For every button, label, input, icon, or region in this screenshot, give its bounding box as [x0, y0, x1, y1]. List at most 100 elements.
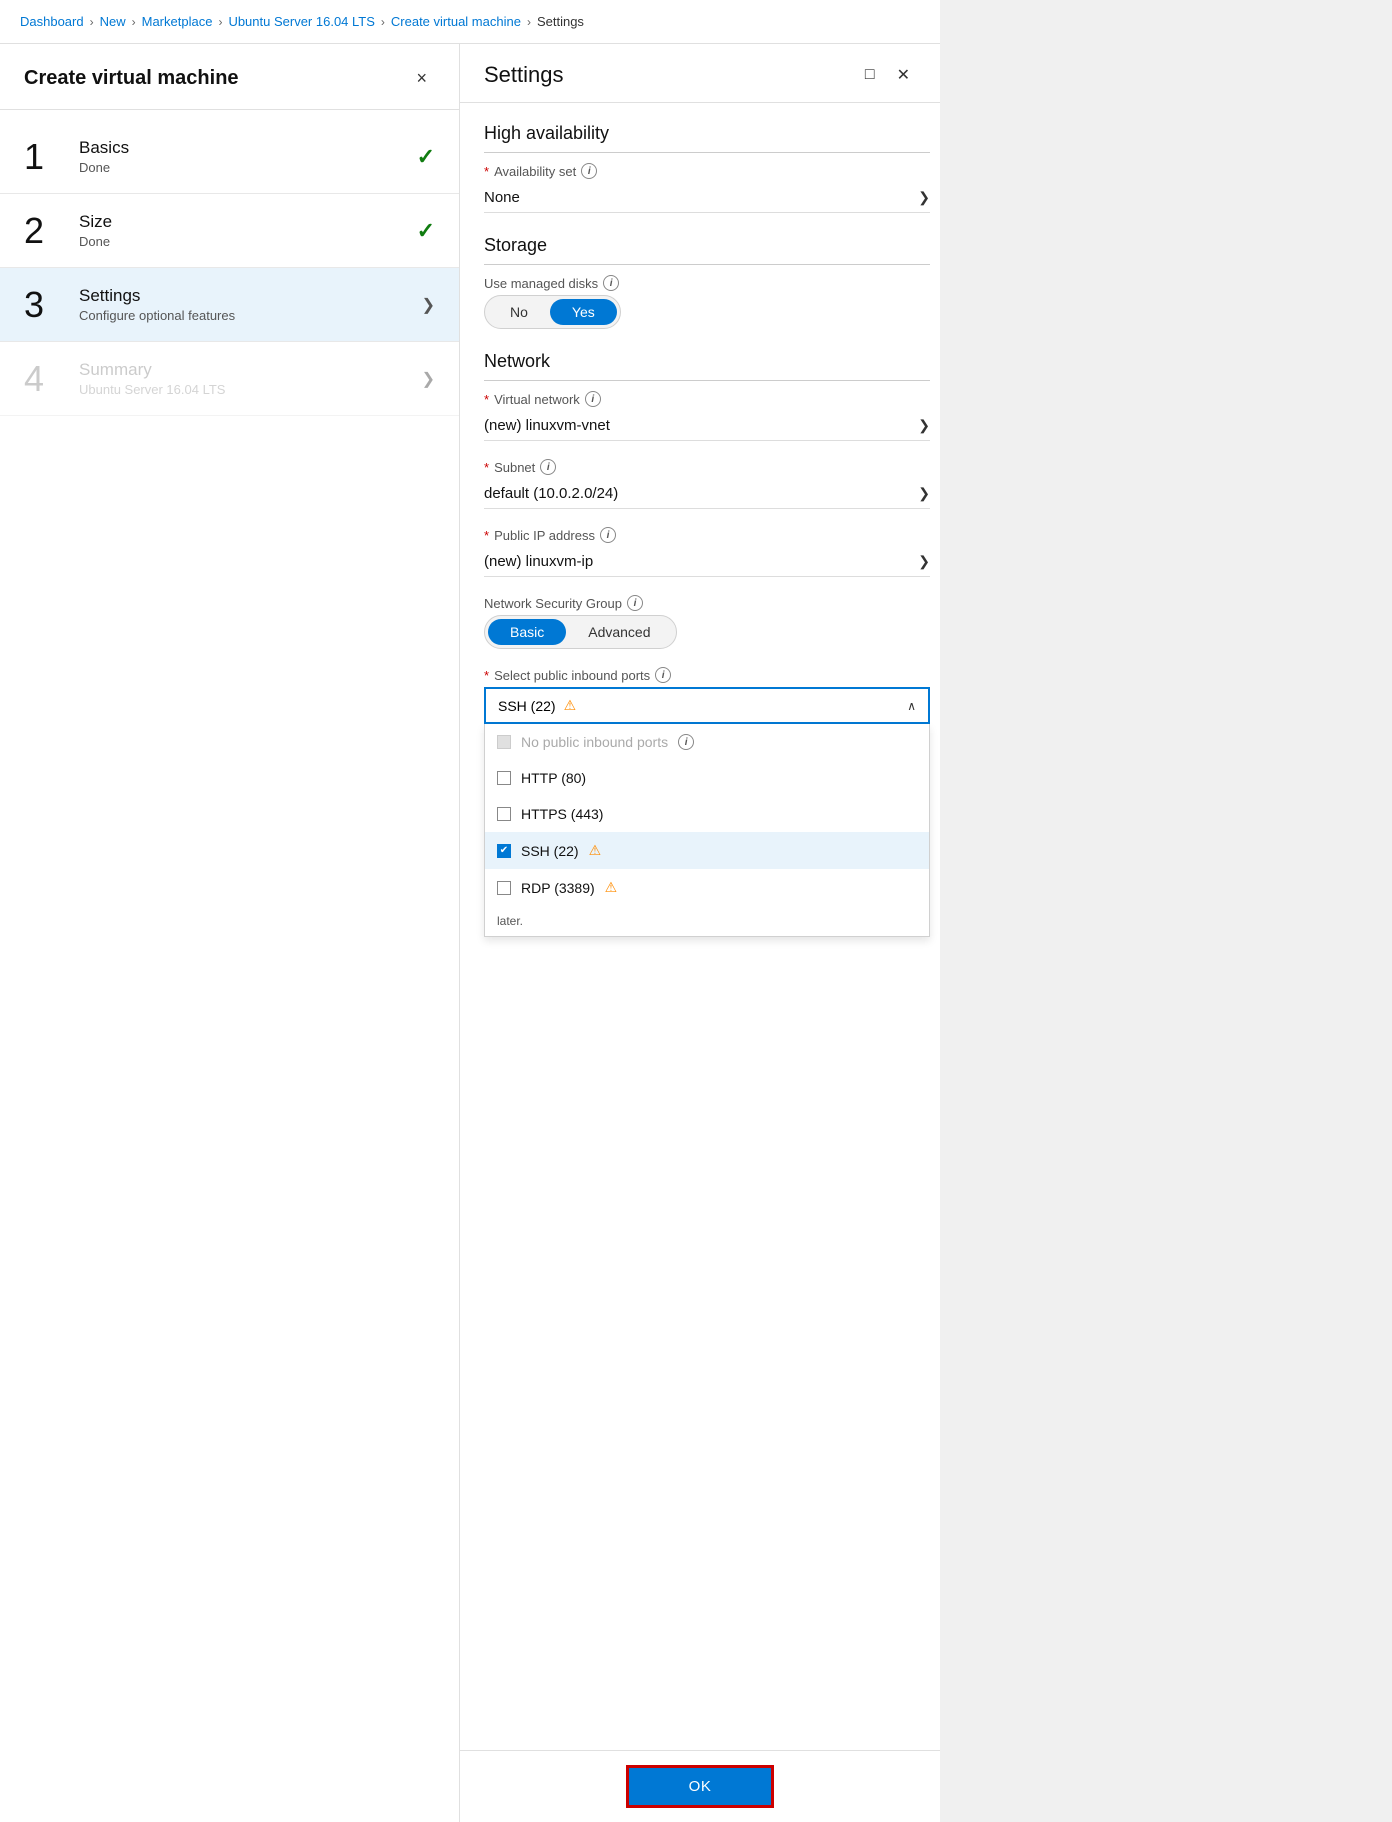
virtual-network-value: (new) linuxvm-vnet: [484, 417, 610, 434]
availability-set-field: * Availability set i None ❯: [484, 163, 930, 213]
inbound-ports-selected-label: SSH (22): [498, 698, 556, 714]
step-4-name: Summary: [79, 360, 414, 380]
managed-disks-field: Use managed disks i No Yes: [484, 275, 930, 329]
left-panel-title: Create virtual machine: [24, 67, 239, 90]
inbound-ports-dropdown[interactable]: SSH (22) ⚠ ∧ No public inbound ports i: [484, 687, 930, 724]
availability-set-label-text: Availability set: [494, 164, 576, 179]
breadcrumb-marketplace[interactable]: Marketplace: [142, 14, 213, 29]
step-1-info: Basics Done: [79, 138, 417, 175]
step-2-desc: Done: [79, 234, 417, 249]
dropdown-item-ssh[interactable]: ✔ SSH (22) ⚠: [485, 832, 929, 869]
managed-disks-info-icon[interactable]: i: [603, 275, 619, 291]
left-panel-close-button[interactable]: ×: [408, 64, 435, 93]
managed-disks-label: Use managed disks i: [484, 275, 930, 291]
breadcrumb-new[interactable]: New: [100, 14, 126, 29]
step-2-checkmark-icon: ✓: [417, 218, 435, 244]
step-4-info: Summary Ubuntu Server 16.04 LTS: [79, 360, 414, 397]
step-1-name: Basics: [79, 138, 417, 158]
step-2-name: Size: [79, 212, 417, 232]
inbound-ports-label-text: Select public inbound ports: [494, 668, 650, 683]
public-ip-field: * Public IP address i (new) linuxvm-ip ❯: [484, 527, 930, 577]
availability-set-value-row[interactable]: None ❯: [484, 183, 930, 213]
step-2-size[interactable]: 2 Size Done ✓: [0, 194, 459, 268]
subnet-label: * Subnet i: [484, 459, 930, 475]
step-4-number: 4: [24, 361, 79, 397]
right-panel-close-button[interactable]: ✕: [891, 63, 916, 87]
dropdown-item-http[interactable]: HTTP (80): [485, 760, 929, 796]
nsg-toggle[interactable]: Basic Advanced: [484, 615, 677, 649]
right-panel-footer: OK: [460, 1750, 940, 1822]
high-availability-title: High availability: [484, 123, 930, 153]
nsg-info-icon[interactable]: i: [627, 595, 643, 611]
step-3-number: 3: [24, 287, 79, 323]
dropdown-checkbox-https: [497, 807, 511, 821]
virtual-network-required-star: *: [484, 392, 489, 407]
header-buttons: □ ✕: [859, 63, 916, 87]
ok-button[interactable]: OK: [626, 1765, 775, 1808]
virtual-network-value-row[interactable]: (new) linuxvm-vnet ❯: [484, 411, 930, 441]
inbound-ports-note: later.: [485, 906, 929, 936]
breadcrumb-sep-3: ›: [218, 15, 222, 29]
subnet-value: default (10.0.2.0/24): [484, 485, 618, 502]
step-3-desc: Configure optional features: [79, 308, 414, 323]
right-panel-title: Settings: [484, 62, 564, 88]
breadcrumb: Dashboard › New › Marketplace › Ubuntu S…: [0, 0, 940, 44]
availability-set-info-icon[interactable]: i: [581, 163, 597, 179]
breadcrumb-sep-4: ›: [381, 15, 385, 29]
inbound-ports-selected[interactable]: SSH (22) ⚠ ∧: [484, 687, 930, 724]
dropdown-item-rdp-label: RDP (3389): [521, 880, 595, 896]
dropdown-item-no-ports-label: No public inbound ports: [521, 734, 668, 750]
public-ip-value: (new) linuxvm-ip: [484, 553, 593, 570]
availability-set-required-star: *: [484, 164, 489, 179]
step-1-desc: Done: [79, 160, 417, 175]
managed-disks-yes-button[interactable]: Yes: [550, 299, 617, 325]
virtual-network-chevron-icon: ❯: [918, 417, 930, 434]
public-ip-label: * Public IP address i: [484, 527, 930, 543]
step-4-chevron-right-icon: ❯: [422, 369, 435, 389]
breadcrumb-sep-5: ›: [527, 15, 531, 29]
nsg-label: Network Security Group i: [484, 595, 930, 611]
subnet-required-star: *: [484, 460, 489, 475]
nsg-field: Network Security Group i Basic Advanced: [484, 595, 930, 649]
dropdown-rdp-warning-icon: ⚠: [605, 879, 618, 896]
dropdown-item-https[interactable]: HTTPS (443): [485, 796, 929, 832]
left-panel: Create virtual machine × 1 Basics Done ✓…: [0, 44, 460, 1822]
nsg-advanced-button[interactable]: Advanced: [566, 619, 672, 645]
breadcrumb-current: Settings: [537, 14, 584, 29]
step-4-desc: Ubuntu Server 16.04 LTS: [79, 382, 414, 397]
public-ip-info-icon[interactable]: i: [600, 527, 616, 543]
managed-disks-no-button[interactable]: No: [488, 299, 550, 325]
nsg-label-text: Network Security Group: [484, 596, 622, 611]
maximize-button[interactable]: □: [859, 64, 881, 86]
dropdown-item-https-label: HTTPS (443): [521, 806, 603, 822]
dropdown-item-rdp[interactable]: RDP (3389) ⚠: [485, 869, 929, 906]
inbound-ports-required-star: *: [484, 668, 489, 683]
subnet-label-text: Subnet: [494, 460, 535, 475]
breadcrumb-create-vm[interactable]: Create virtual machine: [391, 14, 521, 29]
step-3-chevron-right-icon: ❯: [422, 295, 435, 315]
inbound-ports-info-icon[interactable]: i: [655, 667, 671, 683]
step-1-checkmark-icon: ✓: [417, 144, 435, 170]
high-availability-section: High availability * Availability set i N…: [484, 123, 930, 213]
nsg-basic-button[interactable]: Basic: [488, 619, 566, 645]
public-ip-value-row[interactable]: (new) linuxvm-ip ❯: [484, 547, 930, 577]
breadcrumb-dashboard[interactable]: Dashboard: [20, 14, 84, 29]
subnet-field: * Subnet i default (10.0.2.0/24) ❯: [484, 459, 930, 509]
managed-disks-toggle[interactable]: No Yes: [484, 295, 621, 329]
step-2-number: 2: [24, 213, 79, 249]
availability-set-chevron-icon: ❯: [918, 189, 930, 206]
availability-set-value: None: [484, 189, 520, 206]
subnet-info-icon[interactable]: i: [540, 459, 556, 475]
left-panel-header: Create virtual machine ×: [0, 44, 459, 110]
subnet-value-row[interactable]: default (10.0.2.0/24) ❯: [484, 479, 930, 509]
dropdown-item-no-ports-info-icon[interactable]: i: [678, 734, 694, 750]
dropdown-item-http-label: HTTP (80): [521, 770, 586, 786]
right-panel-content: High availability * Availability set i N…: [460, 103, 940, 1750]
dropdown-item-no-ports[interactable]: No public inbound ports i: [485, 724, 929, 760]
virtual-network-info-icon[interactable]: i: [585, 391, 601, 407]
step-1-basics[interactable]: 1 Basics Done ✓: [0, 120, 459, 194]
step-3-settings[interactable]: 3 Settings Configure optional features ❯: [0, 268, 459, 342]
breadcrumb-ubuntu[interactable]: Ubuntu Server 16.04 LTS: [228, 14, 374, 29]
step-3-info: Settings Configure optional features: [79, 286, 414, 323]
step-4-summary: 4 Summary Ubuntu Server 16.04 LTS ❯: [0, 342, 459, 416]
